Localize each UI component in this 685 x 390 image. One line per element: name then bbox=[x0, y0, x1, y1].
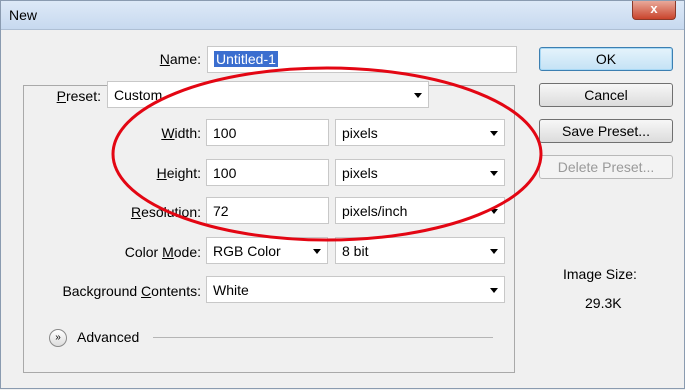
image-size-label: Image Size: bbox=[563, 266, 637, 282]
preset-label: Preset: bbox=[35, 88, 101, 104]
advanced-label: Advanced bbox=[77, 329, 140, 345]
resolution-label: Resolution: bbox=[130, 204, 201, 220]
title-bar[interactable]: New x bbox=[1, 1, 684, 30]
preset-value: Custom bbox=[114, 87, 163, 103]
name-input[interactable]: Untitled-1 bbox=[207, 46, 517, 73]
bit-depth-value: 8 bit bbox=[342, 243, 369, 259]
height-unit-select[interactable]: pixels bbox=[335, 159, 505, 186]
chevron-down-icon bbox=[490, 209, 498, 214]
height-value: 100 bbox=[213, 165, 237, 181]
save-preset-button[interactable]: Save Preset... bbox=[539, 119, 673, 143]
chevron-down-icon bbox=[490, 171, 498, 176]
height-unit: pixels bbox=[342, 165, 378, 181]
chevron-down-icon bbox=[313, 249, 321, 254]
width-unit-select[interactable]: pixels bbox=[335, 119, 505, 146]
height-label: Height: bbox=[156, 165, 201, 181]
chevron-down-icon bbox=[490, 288, 498, 293]
chevron-down-icon bbox=[490, 249, 498, 254]
name-input-value: Untitled-1 bbox=[214, 51, 278, 67]
cancel-button[interactable]: Cancel bbox=[539, 83, 673, 107]
resolution-unit: pixels/inch bbox=[342, 203, 408, 219]
height-input[interactable]: 100 bbox=[206, 159, 329, 186]
color-mode-select[interactable]: RGB Color bbox=[206, 237, 328, 264]
background-contents-select[interactable]: White bbox=[206, 276, 505, 303]
name-label: Name: bbox=[159, 51, 201, 67]
ok-button[interactable]: OK bbox=[539, 47, 673, 71]
chevron-down-icon bbox=[490, 131, 498, 136]
image-size-value: 29.3K bbox=[585, 295, 622, 311]
close-icon: x bbox=[650, 1, 658, 16]
width-unit: pixels bbox=[342, 125, 378, 141]
advanced-divider bbox=[153, 337, 493, 338]
close-button[interactable]: x bbox=[632, 1, 676, 20]
delete-preset-button: Delete Preset... bbox=[539, 155, 673, 179]
resolution-unit-select[interactable]: pixels/inch bbox=[335, 197, 505, 224]
width-input[interactable]: 100 bbox=[206, 119, 329, 146]
color-mode-value: RGB Color bbox=[213, 243, 281, 259]
expand-advanced-icon[interactable]: » bbox=[49, 329, 67, 347]
width-value: 100 bbox=[213, 125, 237, 141]
color-mode-label: Color Mode: bbox=[124, 244, 201, 260]
preset-select[interactable]: Custom bbox=[107, 81, 429, 108]
background-contents-label: Background Contents: bbox=[62, 283, 201, 299]
resolution-input[interactable]: 72 bbox=[206, 197, 329, 224]
new-document-dialog: New x Name: Untitled-1 Preset: Custom Wi… bbox=[0, 0, 685, 389]
background-contents-value: White bbox=[213, 282, 249, 298]
chevron-down-icon bbox=[414, 93, 422, 98]
window-title: New bbox=[9, 7, 38, 23]
width-label: Width: bbox=[161, 125, 201, 141]
bit-depth-select[interactable]: 8 bit bbox=[335, 237, 505, 264]
resolution-value: 72 bbox=[213, 203, 229, 219]
